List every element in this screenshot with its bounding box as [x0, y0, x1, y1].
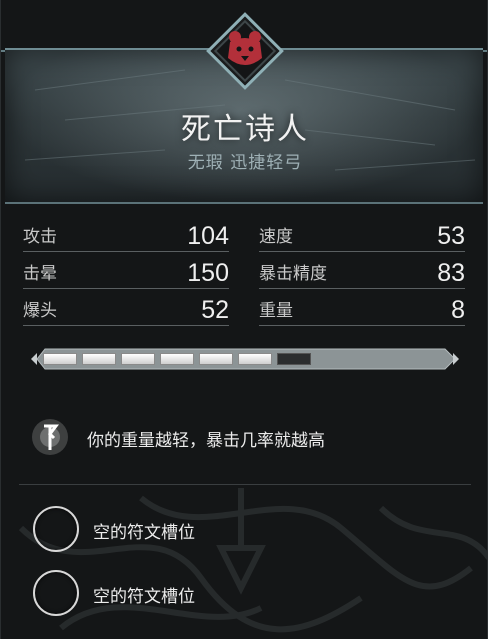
durability-segment-filled [238, 353, 272, 365]
stat-stun: 击晕 150 [23, 255, 229, 289]
stat-label: 重量 [259, 301, 293, 321]
stat-attack: 攻击 104 [23, 218, 229, 252]
stat-weight: 重量 8 [259, 292, 465, 326]
stat-value: 83 [437, 259, 465, 287]
item-name: 死亡诗人 [181, 112, 309, 147]
stat-value: 52 [201, 296, 229, 324]
perk-description: 你的重量越轻，暴击几率就越高 [87, 431, 325, 451]
durability-segment-filled [199, 353, 233, 365]
stat-label: 速度 [259, 227, 293, 247]
stat-value: 53 [437, 222, 465, 250]
rune-slot-ring[interactable] [33, 506, 79, 552]
durability-segment-filled [121, 353, 155, 365]
durability-segment-filled [160, 353, 194, 365]
durability-segment-filled [43, 353, 77, 365]
rune-slot-label: 空的符文槽位 [93, 587, 195, 607]
rune-icon [32, 419, 68, 455]
stat-label: 爆头 [23, 301, 57, 321]
stat-label: 攻击 [23, 227, 57, 247]
rune-slot-ring[interactable] [33, 570, 79, 616]
rune-slot-label: 空的符文槽位 [93, 523, 195, 543]
durability-segment-filled [82, 353, 116, 365]
stat-crit-rating: 暴击精度 83 [259, 255, 465, 289]
durability-segment-empty [277, 353, 311, 365]
stat-label: 击晕 [23, 264, 57, 284]
stat-label: 暴击精度 [259, 264, 327, 284]
item-card: 死亡诗人 无瑕 迅捷轻弓 攻击 104 速度 53 击晕 150 暴击精度 83… [0, 0, 488, 639]
stat-headshot: 爆头 52 [23, 292, 229, 326]
item-emblem [200, 6, 290, 96]
stat-speed: 速度 53 [259, 218, 465, 252]
stat-value: 104 [187, 222, 229, 250]
stat-value: 8 [451, 296, 465, 324]
bear-icon [206, 12, 284, 90]
durability-bar [31, 347, 459, 371]
knotwork-pattern [18, 488, 487, 633]
item-subtitle: 无瑕 迅捷轻弓 [187, 153, 303, 173]
stat-value: 150 [187, 259, 229, 287]
section-divider [19, 484, 471, 485]
